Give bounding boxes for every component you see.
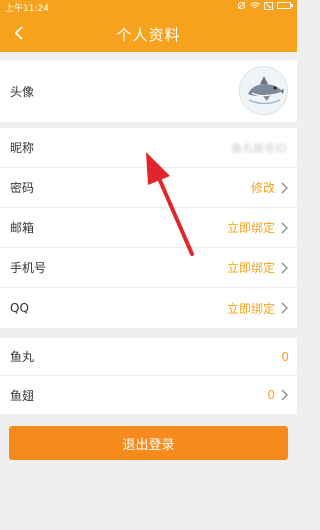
annotation-arrow <box>146 152 194 256</box>
